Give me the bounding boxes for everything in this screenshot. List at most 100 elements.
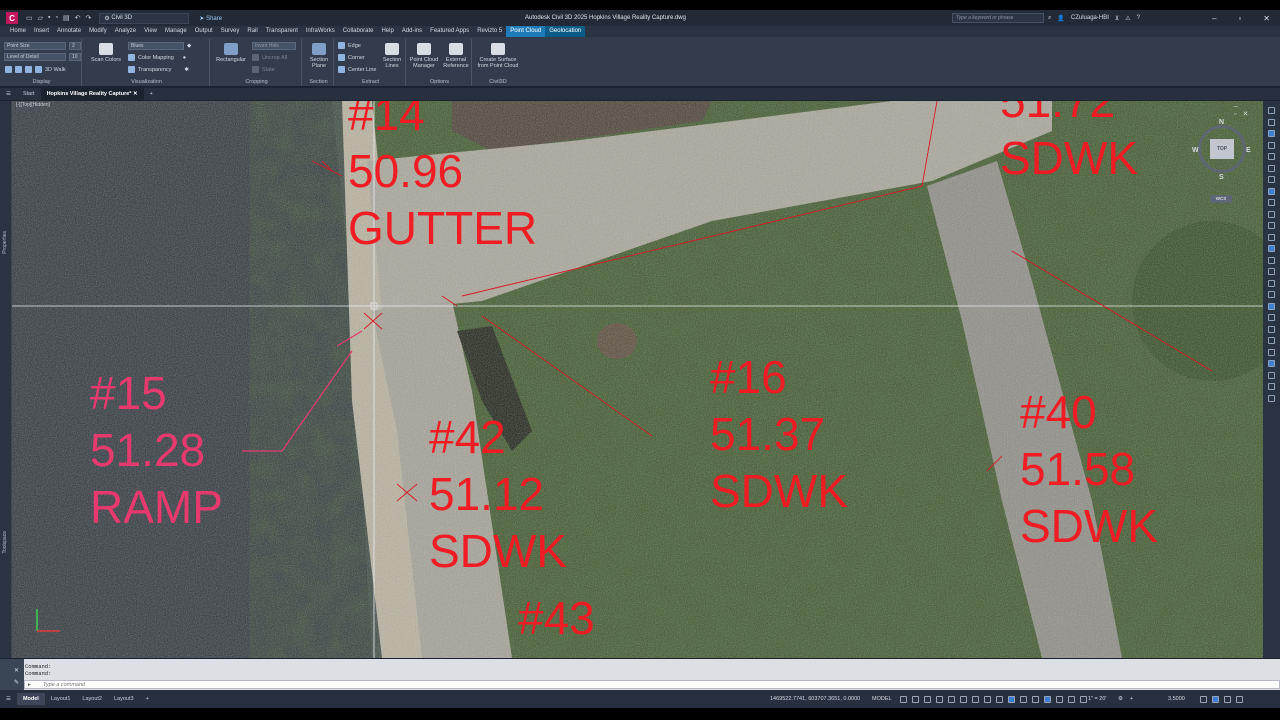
search-input[interactable]: Type a keyword or phrase — [952, 13, 1044, 23]
tool-palette-icon[interactable] — [1268, 130, 1275, 137]
tool-palette-icon[interactable] — [1268, 256, 1275, 264]
isolate-icon[interactable] — [1212, 695, 1219, 703]
annotation-scale[interactable]: 1" = 20' — [1088, 696, 1106, 702]
state-button[interactable]: State — [262, 67, 275, 73]
compass-n[interactable]: N — [1219, 119, 1224, 126]
layout-tab-model[interactable]: Model — [16, 693, 45, 705]
pick-icon[interactable]: ◆ — [187, 43, 191, 49]
command-grip[interactable]: ✕ ✎ — [0, 659, 24, 690]
tool-palette-icon[interactable] — [1268, 199, 1275, 206]
app-logo-icon[interactable]: C — [6, 12, 18, 24]
open-file-icon[interactable]: ▱ — [38, 14, 43, 22]
tool-palette-icon[interactable] — [1268, 107, 1275, 114]
tab-revizto-5[interactable]: Revizto 5 — [473, 26, 506, 37]
tab-annotate[interactable]: Annotate — [53, 26, 85, 37]
snap-icon[interactable] — [912, 695, 919, 703]
tab-view[interactable]: View — [140, 26, 161, 37]
user-icon[interactable]: 👤 — [1057, 15, 1064, 22]
status-value[interactable]: 3.5000 — [1168, 696, 1185, 702]
uncrop-all-button[interactable]: Uncrop All — [262, 55, 287, 61]
tool-palette-icon[interactable] — [1268, 164, 1275, 172]
point-size-field[interactable]: Point Size — [4, 42, 66, 50]
tool-palette-icon[interactable] — [1268, 291, 1275, 298]
transparency-label[interactable]: Transparency — [138, 67, 171, 73]
tab-home[interactable]: Home — [6, 26, 30, 37]
tab-featured-apps[interactable]: Featured Apps — [426, 26, 473, 37]
status-menu-icon[interactable]: ☰ — [0, 696, 17, 702]
workspace-select[interactable]: ⚙ Civil 3D — [99, 12, 190, 24]
tool-palette-icon[interactable] — [1268, 141, 1275, 149]
tool-palette-icon[interactable] — [1268, 337, 1275, 344]
layout-tab-layout2[interactable]: Layout2 — [76, 696, 108, 702]
cart-icon[interactable]: ⊻ — [1115, 15, 1119, 22]
display-icon-3[interactable] — [25, 66, 32, 73]
compass-w[interactable]: W — [1192, 147, 1199, 154]
save-icon[interactable]: ▪ — [48, 14, 50, 22]
viewcube-top-face[interactable]: TOP — [1210, 139, 1234, 159]
wcs-menu[interactable]: WCS — [1210, 195, 1232, 203]
level-of-detail-field[interactable]: Level of Detail — [4, 53, 66, 61]
cursor-coordinates[interactable]: 1469522.7741, 603707.3651, 0.0000 — [770, 696, 860, 702]
tool-palette-icon[interactable] — [1268, 348, 1275, 356]
create-surface-button[interactable]: Create Surface from Point Cloud — [474, 43, 522, 69]
tab-document[interactable]: Hopkins Village Reality Capture* ✕ — [40, 88, 144, 100]
tab-help[interactable]: Help — [377, 26, 397, 37]
tool-palette-icon[interactable] — [1268, 176, 1275, 183]
circle-icon[interactable]: ● — [183, 55, 186, 61]
tab-transparent[interactable]: Transparent — [262, 26, 302, 37]
layout-tab-layout1[interactable]: Layout1 — [45, 696, 77, 702]
viewcube[interactable]: N S W E TOP WCS — [1192, 119, 1252, 211]
point-cloud-manager-button[interactable]: Point Cloud Manager — [408, 43, 440, 69]
tool-palette-icon[interactable] — [1268, 233, 1275, 241]
selection-filter-icon[interactable] — [1044, 695, 1051, 703]
dynamic-ucs-icon[interactable] — [1032, 695, 1039, 703]
customize-status-icon[interactable] — [1236, 695, 1243, 703]
tool-palette-icon[interactable] — [1268, 279, 1275, 287]
display-icon-2[interactable] — [15, 66, 22, 73]
tab-manage[interactable]: Manage — [161, 26, 191, 37]
tool-palette-icon[interactable] — [1268, 371, 1275, 379]
plot-icon[interactable]: ▤ — [63, 14, 70, 22]
close-tab-icon[interactable]: ✕ — [133, 91, 138, 97]
section-lines-button[interactable]: Section Lines — [380, 43, 404, 69]
transparency-toggle-icon[interactable] — [996, 695, 1003, 703]
tool-palette-icon[interactable] — [1268, 325, 1275, 333]
tool-palette-icon[interactable] — [1268, 360, 1275, 367]
close-icon[interactable]: ✕ — [1263, 14, 1270, 23]
tool-palette-icon[interactable] — [1268, 118, 1275, 126]
tab-insert[interactable]: Insert — [30, 26, 53, 37]
tab-start[interactable]: Start — [17, 88, 41, 100]
new-tab-icon[interactable]: + — [144, 88, 159, 100]
autoscale-icon[interactable] — [1080, 695, 1087, 703]
add-icon[interactable]: + — [1130, 696, 1133, 702]
tool-palette-icon[interactable] — [1268, 153, 1275, 160]
lightbulb-icon[interactable]: ✱ — [184, 67, 189, 73]
tab-output[interactable]: Output — [191, 26, 217, 37]
display-icon-1[interactable] — [5, 66, 12, 73]
workspace-switch-icon[interactable]: ⚙ — [1118, 696, 1123, 702]
save-as-icon[interactable]: ▫ — [56, 14, 58, 22]
redo-icon[interactable]: ↷ — [85, 14, 91, 22]
tab-infraworks[interactable]: InfraWorks — [302, 26, 339, 37]
tab-add-ins[interactable]: Add-ins — [398, 26, 426, 37]
tool-palette-icon[interactable] — [1268, 314, 1275, 321]
corner-button[interactable]: Corner — [348, 55, 365, 61]
connect-icon[interactable]: ⚠ — [1125, 15, 1130, 22]
minimize-icon[interactable]: – — [1212, 14, 1216, 23]
tab-geolocation[interactable]: Geolocation — [545, 26, 586, 37]
edge-button[interactable]: Edge — [348, 43, 361, 49]
grid-icon[interactable] — [900, 695, 907, 703]
search-icon[interactable]: ⌕ — [1048, 15, 1051, 22]
scan-colors-button[interactable]: Scan Colors — [88, 43, 124, 63]
tab-collaborate[interactable]: Collaborate — [339, 26, 378, 37]
undo-icon[interactable]: ↶ — [75, 14, 81, 22]
customize-icon[interactable]: ✎ — [14, 679, 19, 686]
compass-e[interactable]: E — [1246, 147, 1251, 154]
walk-icon[interactable] — [35, 66, 42, 73]
tab-rail[interactable]: Rail — [243, 26, 261, 37]
share-button[interactable]: ➤ Share — [199, 15, 222, 22]
properties-palette-tab[interactable]: Properties — [2, 231, 8, 254]
menu-icon[interactable]: ☰ — [0, 88, 17, 100]
3d-osnap-icon[interactable] — [1020, 695, 1027, 703]
point-size-value[interactable]: 2 — [69, 42, 81, 50]
